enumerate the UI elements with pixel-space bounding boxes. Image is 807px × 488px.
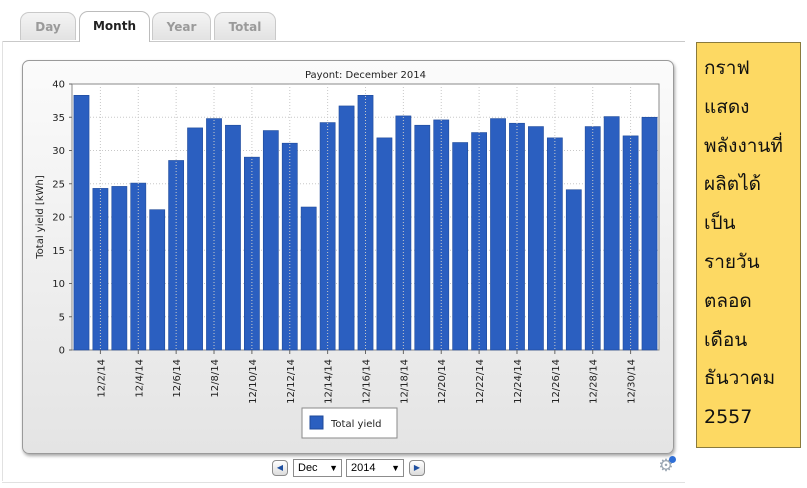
- bar: [225, 124, 241, 351]
- x-tick-label: 12/6/14: [172, 359, 183, 398]
- y-axis-label: Total yield [kWh]: [35, 175, 46, 260]
- bar: [584, 126, 601, 351]
- tab-year[interactable]: Year: [152, 12, 211, 40]
- triangle-down-icon: ▼: [391, 463, 400, 473]
- year-select[interactable]: 2014 ▼: [346, 459, 404, 477]
- bar: [528, 126, 544, 351]
- bar: [92, 188, 109, 351]
- note-line: รายวัน: [704, 250, 760, 273]
- note-line: ผลิตได้: [704, 173, 762, 196]
- month-select[interactable]: Dec ▼: [293, 459, 342, 477]
- previous-month-button[interactable]: ◀: [272, 460, 288, 476]
- note-line: กราฟ: [704, 57, 750, 79]
- y-tick-label: 10: [52, 279, 65, 290]
- y-tick-label: 20: [52, 213, 65, 224]
- note-line: เดือน: [704, 328, 748, 351]
- x-tick-label: 12/8/14: [210, 359, 221, 398]
- x-tick-label: 12/24/14: [513, 359, 524, 404]
- bar: [149, 209, 166, 351]
- x-tick-label: 12/22/14: [475, 359, 486, 404]
- arrow-left-icon: ◀: [276, 463, 284, 472]
- panel-border: [2, 41, 3, 481]
- bar: [338, 105, 355, 351]
- y-tick-label: 0: [59, 346, 65, 357]
- settings-arrow-badge: [669, 456, 676, 463]
- triangle-down-icon: ▼: [329, 463, 338, 473]
- month-select-value: Dec: [298, 462, 318, 474]
- yield-bar-chart: 0 5 10 15 20 25 30 35 40 12/2/14 12/4/14 12/6/14 12/…: [35, 70, 660, 439]
- x-tick-label: 12/14/14: [324, 359, 335, 404]
- bar: [452, 142, 469, 351]
- next-month-button[interactable]: ▶: [409, 460, 425, 476]
- x-tick-label: 12/10/14: [248, 359, 259, 404]
- bar: [490, 118, 506, 351]
- tab-day[interactable]: Day: [20, 12, 76, 40]
- y-tick-label: 25: [52, 179, 65, 190]
- bar: [376, 137, 393, 351]
- bar: [565, 189, 582, 351]
- bar: [187, 127, 203, 351]
- x-tick-label: 12/12/14: [286, 359, 297, 404]
- bar: [603, 116, 620, 351]
- y-tick-label: 40: [52, 80, 65, 91]
- x-tick-label: 12/30/14: [627, 359, 638, 404]
- note-line: เป็น: [704, 212, 736, 235]
- year-select-value: 2014: [351, 462, 376, 474]
- note-line: แสดง: [704, 95, 750, 118]
- panel-bottom-border: [2, 482, 685, 483]
- tab-total[interactable]: Total: [214, 12, 276, 40]
- bar: [111, 186, 128, 351]
- bar: [641, 116, 658, 351]
- x-tick-label: 12/4/14: [134, 359, 145, 398]
- legend-label: Total yield: [330, 419, 382, 430]
- bar: [262, 130, 279, 351]
- x-tick-label: 12/2/14: [96, 359, 107, 398]
- arrow-right-icon: ▶: [413, 463, 421, 472]
- y-tick-label: 30: [52, 146, 65, 157]
- bar: [395, 115, 412, 351]
- y-tick-label: 35: [52, 113, 65, 124]
- legend-swatch: [309, 415, 324, 430]
- note-line: พลังงานที่: [704, 134, 783, 157]
- bar: [300, 206, 317, 351]
- chart-title: Payont: December 2014: [305, 70, 426, 81]
- x-tick-label: 12/28/14: [589, 359, 600, 404]
- bar: [622, 135, 639, 351]
- chart-settings-button[interactable]: ⚙: [656, 456, 676, 476]
- note-line: ตลอด: [704, 289, 752, 312]
- note-line: 2557: [704, 406, 753, 429]
- y-tick-label: 5: [59, 312, 65, 323]
- thai-caption-note: กราฟ แสดง พลังงานที่ ผลิตได้ เป็น รายวัน…: [696, 42, 801, 448]
- x-tick-label: 12/18/14: [399, 359, 410, 404]
- note-line: ธันวาคม: [704, 367, 776, 390]
- x-tick-label: 12/20/14: [437, 359, 448, 404]
- y-tick-label: 15: [52, 246, 65, 257]
- x-tick-label: 12/26/14: [551, 359, 562, 404]
- bar: [73, 95, 90, 351]
- tab-month[interactable]: Month: [79, 11, 150, 42]
- x-tick-label: 12/16/14: [362, 359, 373, 404]
- bar: [414, 124, 431, 351]
